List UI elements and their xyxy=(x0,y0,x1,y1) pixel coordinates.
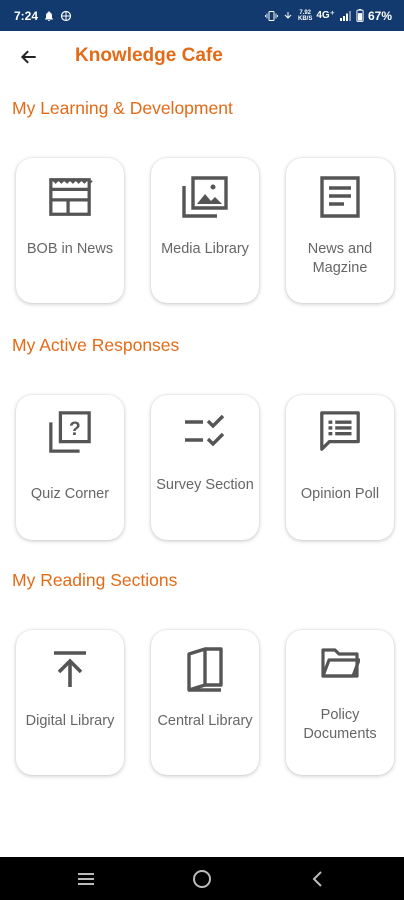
folder-open-icon xyxy=(286,638,394,688)
battery-icon xyxy=(356,9,364,22)
card-label: Media Library xyxy=(161,241,249,257)
status-time: 7:24 xyxy=(14,8,39,23)
status-bar: 7:24 7.92 KB/S 4G⁺ 67% xyxy=(0,0,404,31)
battery-percent: 67% xyxy=(367,8,392,23)
feedback-icon xyxy=(286,407,394,457)
vibrate-icon xyxy=(265,10,278,22)
photo-library-icon xyxy=(151,172,259,222)
status-right: 7.92 KB/S 4G⁺ 67% xyxy=(265,9,392,23)
card-bob-in-news[interactable]: BOB in News xyxy=(16,158,124,303)
card-label: News and Magzine xyxy=(307,241,373,276)
card-label: BOB in News xyxy=(26,241,114,257)
home-button[interactable] xyxy=(182,866,222,892)
checklist-icon xyxy=(151,407,259,457)
vpn-globe-icon xyxy=(60,10,72,22)
newspaper-icon xyxy=(16,172,124,222)
status-left: 7:24 xyxy=(14,9,72,23)
card-label: Opinion Poll xyxy=(300,486,380,502)
section-title-active-responses: My Active Responses xyxy=(12,335,180,355)
wifi-calling-icon xyxy=(282,10,294,22)
section-title-learning-development: My Learning & Development xyxy=(12,98,233,118)
card-news-and-magzine[interactable]: News and Magzine xyxy=(286,158,394,303)
section-title-reading-sections: My Reading Sections xyxy=(12,570,178,590)
card-media-library[interactable]: Media Library xyxy=(151,158,259,303)
back-button[interactable] xyxy=(14,43,44,71)
arrow-left-icon xyxy=(20,50,36,64)
signal-icon xyxy=(339,10,352,22)
book-icon xyxy=(151,644,259,694)
recents-button[interactable] xyxy=(66,866,106,892)
card-survey-section[interactable]: Survey Section xyxy=(151,395,259,540)
recents-icon xyxy=(78,873,94,885)
card-central-library[interactable]: Central Library xyxy=(151,630,259,775)
card-label: Quiz Corner xyxy=(30,486,110,502)
card-label: Policy Documents xyxy=(303,707,377,742)
card-label: Central Library xyxy=(157,713,253,729)
page-title: Knowledge Cafe xyxy=(75,45,223,66)
quiz-icon: ? xyxy=(16,407,124,457)
svg-text:?: ? xyxy=(69,419,81,440)
card-opinion-poll[interactable]: Opinion Poll xyxy=(286,395,394,540)
network-type: 4G⁺ xyxy=(316,10,335,21)
upload-icon xyxy=(16,644,124,694)
back-icon xyxy=(312,871,322,887)
card-quiz-corner[interactable]: ? Quiz Corner xyxy=(16,395,124,540)
card-digital-library[interactable]: Digital Library xyxy=(16,630,124,775)
article-icon xyxy=(286,172,394,222)
system-nav-bar xyxy=(0,857,404,900)
network-speed-unit: KB/S xyxy=(298,15,313,22)
notification-bell-icon xyxy=(43,10,55,22)
network-speed: 7.92 KB/S xyxy=(298,10,312,22)
card-label: Digital Library xyxy=(25,713,115,729)
card-policy-documents[interactable]: Policy Documents xyxy=(286,630,394,775)
system-back-button[interactable] xyxy=(298,866,338,892)
card-label: Survey Section xyxy=(156,477,254,493)
app-bar: Knowledge Cafe xyxy=(0,31,404,83)
home-icon xyxy=(193,870,211,888)
